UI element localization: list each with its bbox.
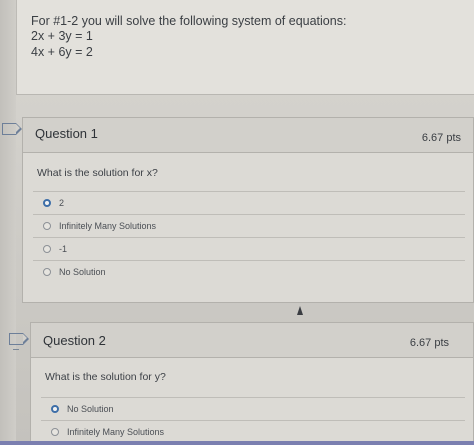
answer-list: 2 Infinitely Many Solutions -1 No Soluti… <box>33 191 465 283</box>
bottom-bar <box>0 441 474 445</box>
flag-question-icon[interactable] <box>2 122 22 135</box>
answer-label: Infinitely Many Solutions <box>59 221 157 231</box>
question-prompt: What is the solution for x? <box>37 167 158 179</box>
answer-label: Infinitely Many Solutions <box>67 427 165 437</box>
question-card-2: Question 2 6.67 pts What is the solution… <box>30 322 474 445</box>
mouse-cursor-icon <box>297 306 303 315</box>
radio-icon[interactable] <box>43 245 51 253</box>
flag-question-icon[interactable] <box>9 332 29 345</box>
question-card-1: Question 1 6.67 pts What is the solution… <box>22 117 474 303</box>
radio-selected-icon[interactable] <box>51 405 59 413</box>
flag-underline <box>13 349 19 350</box>
answer-label: No Solution <box>67 404 114 414</box>
answer-option[interactable]: No Solution <box>41 397 465 420</box>
instructions-block: For #1-2 you will solve the following sy… <box>16 0 474 95</box>
left-margin <box>0 0 16 445</box>
instructions-text: For #1-2 you will solve the following sy… <box>31 14 347 28</box>
question-title: Question 2 <box>43 333 106 348</box>
equation-2: 4x + 6y = 2 <box>31 45 93 59</box>
radio-icon[interactable] <box>43 222 51 230</box>
answer-option[interactable]: -1 <box>33 237 465 260</box>
question-header: Question 2 6.67 pts <box>31 323 473 358</box>
question-points: 6.67 pts <box>421 132 461 144</box>
answer-label: No Solution <box>59 267 106 277</box>
question-header: Question 1 6.67 pts <box>23 118 473 153</box>
answer-list: No Solution Infinitely Many Solutions <box>41 397 465 443</box>
equation-1: 2x + 3y = 1 <box>31 29 93 43</box>
answer-label: -1 <box>59 244 68 254</box>
radio-icon[interactable] <box>51 428 59 436</box>
answer-label: 2 <box>59 198 65 208</box>
question-title: Question 1 <box>35 126 98 141</box>
answer-option[interactable]: Infinitely Many Solutions <box>41 420 465 443</box>
question-points: 6.67 pts <box>409 337 449 349</box>
question-prompt: What is the solution for y? <box>45 371 166 383</box>
answer-option[interactable]: No Solution <box>33 260 465 283</box>
answer-option[interactable]: 2 <box>33 191 465 214</box>
radio-selected-icon[interactable] <box>43 199 51 207</box>
radio-icon[interactable] <box>43 268 51 276</box>
quiz-page: For #1-2 you will solve the following sy… <box>0 0 474 445</box>
answer-option[interactable]: Infinitely Many Solutions <box>33 214 465 237</box>
